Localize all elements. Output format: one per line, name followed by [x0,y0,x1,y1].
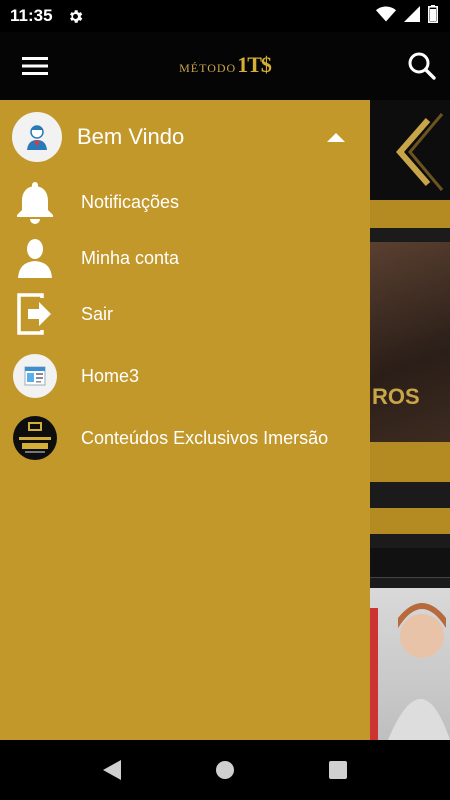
back-icon[interactable] [100,758,124,782]
gold-bar [370,442,450,482]
bell-icon [0,174,70,230]
menu-label-minha-conta: Minha conta [81,247,180,268]
menu-item-minha-conta[interactable]: Minha conta [0,230,370,286]
app-logo: MÉTODO 1T$ [179,52,272,78]
logout-icon [0,286,70,342]
menu-item-sair[interactable]: Sair [0,286,370,342]
gold-divider [370,200,450,228]
menu-label-notificacoes: Notificações [81,191,180,212]
system-nav-bar [0,740,450,800]
navigation-drawer: Bem Vindo Notificações Minha conta Sair … [0,100,370,740]
dark-strip [370,548,450,578]
person-image [370,588,450,740]
caret-up-icon[interactable] [326,130,346,144]
menu-item-conteudos-exclusivos[interactable]: Conteúdos Exclusivos Imersão [0,410,370,466]
signal-icon [404,5,420,27]
menu-label-conteudos-exclusivos: Conteúdos Exclusivos Imersão [81,427,329,448]
course-image-text: ROS [372,384,420,409]
user-icon [0,230,70,286]
menu-label-home3: Home3 [81,365,140,386]
wifi-icon [376,6,396,27]
status-bar: 11:35 [0,0,450,32]
home-icon[interactable] [213,758,237,782]
home3-thumbnail-icon [0,342,70,410]
app-bar: MÉTODO 1T$ [0,32,450,100]
logo-mark: 1T$ [237,52,272,77]
welcome-text: Bem Vindo [77,124,185,149]
user-avatar-icon [12,112,62,162]
status-icons [376,4,438,28]
exclusive-content-thumbnail-icon [0,410,70,466]
logo-text: MÉTODO [179,61,237,75]
banner-image [370,100,450,200]
background-content: ROS [370,100,450,740]
menu-item-notificacoes[interactable]: Notificações [0,174,370,230]
gold-divider-2 [370,508,450,534]
drawer-header[interactable]: Bem Vindo [0,100,370,174]
battery-icon [428,4,438,28]
menu-label-sair: Sair [81,303,114,324]
hamburger-menu-icon[interactable] [0,32,70,100]
course-image: ROS [370,242,450,442]
status-time: 11:35 [10,6,53,25]
recents-icon[interactable] [326,758,350,782]
menu-item-home3[interactable]: Home3 [0,342,370,410]
settings-icon [67,7,85,25]
search-icon[interactable] [402,46,442,86]
